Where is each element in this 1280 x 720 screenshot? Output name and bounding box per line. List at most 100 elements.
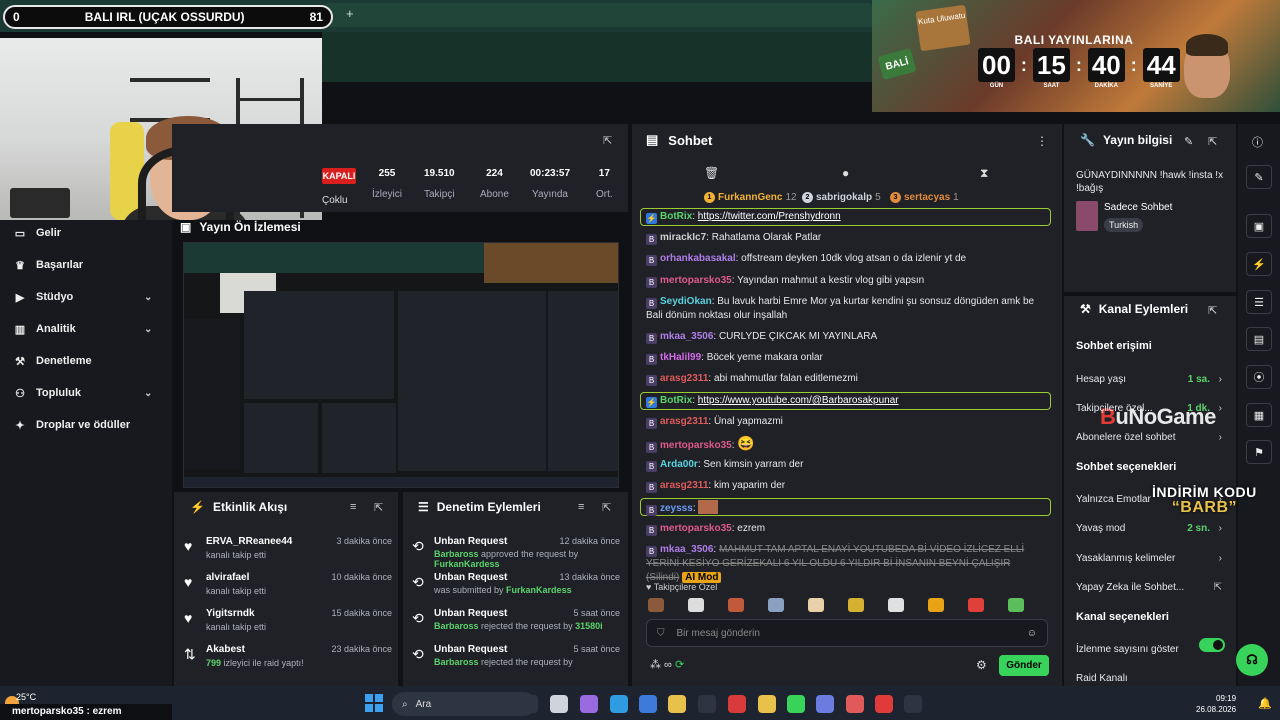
emote-item[interactable]: [928, 598, 944, 612]
send-button[interactable]: Gönder: [999, 655, 1049, 676]
leaderboard-name[interactable]: FurkannGenc: [718, 192, 782, 203]
filter-icon[interactable]: ≡: [350, 501, 356, 513]
more-options-icon[interactable]: ⋮: [1036, 134, 1048, 148]
chat-link[interactable]: https://www.youtube.com/@Barbarosakpunar: [698, 395, 899, 406]
emote-item[interactable]: [968, 598, 984, 612]
emoji-icon[interactable]: ☺: [1027, 628, 1037, 639]
setting-row[interactable]: Yapay Zeka ile Sohbet... ⇱: [1076, 582, 1226, 593]
info-icon[interactable]: ⓘ: [1252, 134, 1263, 150]
chat-username[interactable]: mertoparsko35: [660, 523, 732, 534]
list-icon[interactable]: ☰: [1246, 290, 1272, 314]
discord-icon[interactable]: [816, 695, 834, 713]
pencil-icon[interactable]: ✎: [1246, 165, 1272, 189]
chevron-down-icon[interactable]: ⌄: [144, 388, 152, 399]
setting-row[interactable]: Yavaş mod 2 sn. ›: [1076, 523, 1226, 534]
language-tag[interactable]: Turkish: [1104, 218, 1144, 232]
chat-username[interactable]: BotRix: [660, 211, 692, 222]
file-explorer-icon[interactable]: [668, 695, 686, 713]
chat-username[interactable]: mkaa_3506: [660, 544, 713, 555]
setting-row[interactable]: Yasaklanmış kelimeler ›: [1076, 553, 1226, 564]
gear-icon[interactable]: ⚙: [976, 658, 987, 672]
windows-start-icon[interactable]: [365, 694, 383, 712]
sidebar-item-stüdyo[interactable]: ▶ Stüdyo ⌄: [14, 288, 153, 306]
stream-title: BALI IRL (UÇAK OSSURDU): [84, 10, 245, 24]
weather-temp[interactable]: 25°C: [16, 692, 36, 703]
chat-username[interactable]: tkHalil99: [660, 352, 701, 363]
chat-username[interactable]: mertoparsko35: [660, 440, 732, 451]
new-tab-icon[interactable]: +: [346, 6, 354, 21]
chevron-down-icon[interactable]: ⌄: [144, 324, 152, 335]
leaderboard-name[interactable]: sertacyas: [904, 192, 950, 203]
broadcast-icon[interactable]: ⦿: [1246, 365, 1272, 389]
trash-icon[interactable]: 🗑: [704, 166, 719, 180]
app-icon[interactable]: [846, 695, 864, 713]
monitor-icon[interactable]: ▣: [1246, 214, 1272, 238]
sidebar-item-analitik[interactable]: ▥ Analitik ⌄: [14, 320, 153, 338]
emote-item[interactable]: [768, 598, 784, 612]
chat-username[interactable]: zeysss: [660, 503, 693, 514]
notification-icon[interactable]: 🔔: [1258, 697, 1272, 710]
photos-icon[interactable]: [550, 695, 568, 713]
chat-link[interactable]: https://twitter.com/Prenshydronn: [698, 211, 841, 222]
flag-icon[interactable]: ⚑: [1246, 440, 1272, 464]
chat-username[interactable]: orhankabasakal: [660, 253, 736, 264]
chat-username[interactable]: arasg2311: [660, 480, 708, 491]
setting-row[interactable]: Abonelere özel sohbet ›: [1076, 432, 1226, 443]
steam-icon[interactable]: [904, 695, 922, 713]
emote-item[interactable]: [808, 598, 824, 612]
sidebar-item-topluluk[interactable]: ⚇ Topluluk ⌄: [14, 384, 152, 402]
sidebar-item-denetleme[interactable]: ⚒ Denetleme: [14, 352, 92, 370]
leaderboard-name[interactable]: sabrigokalp: [816, 192, 872, 203]
expand-icon[interactable]: ⇱: [1208, 135, 1217, 148]
emote-item[interactable]: [888, 598, 904, 612]
bolt-icon[interactable]: ⚡: [1246, 252, 1272, 276]
system-clock[interactable]: 09:19 26.08.2026: [1196, 693, 1236, 715]
sidebar-item-gelir[interactable]: ▭ Gelir: [14, 224, 61, 242]
expand-icon[interactable]: ⇱: [602, 501, 611, 514]
chat-settings-icon[interactable]: ●: [842, 166, 849, 180]
emote-item[interactable]: [688, 598, 704, 612]
setting-row[interactable]: İzlenme sayısını göster: [1076, 644, 1226, 655]
hourglass-icon[interactable]: ⧗: [980, 166, 988, 181]
setting-row[interactable]: Takipçilere özel... 1 dk. ›: [1076, 403, 1226, 414]
chrome-icon[interactable]: [758, 695, 776, 713]
chat-username[interactable]: BotRix: [660, 395, 692, 406]
mail-icon[interactable]: [639, 695, 657, 713]
chat-username[interactable]: arasg2311: [660, 373, 708, 384]
sidebar-item-droplar[interactable]: ✦ Droplar ve ödüller: [14, 416, 130, 434]
chat-username[interactable]: mkaa_3506: [660, 331, 713, 342]
chat-username[interactable]: mertoparsko35: [660, 275, 732, 286]
emote-item[interactable]: [648, 598, 664, 612]
chat-tools-icon[interactable]: ⁂ ∞ ⟳: [650, 658, 684, 671]
chat-username[interactable]: SeydiOkan: [660, 296, 712, 307]
sidebar-item-başarılar[interactable]: ♛ Başarılar: [14, 256, 83, 274]
setting-row[interactable]: Raid Kanalı: [1076, 673, 1226, 684]
help-icon[interactable]: ☊: [1236, 644, 1268, 676]
xbox-icon[interactable]: [698, 695, 716, 713]
clip-icon[interactable]: ▦: [1246, 403, 1272, 427]
user-badge: B: [646, 234, 657, 245]
chevron-down-icon[interactable]: ⌄: [144, 292, 152, 303]
opera-icon[interactable]: [728, 695, 746, 713]
widgets-icon[interactable]: [520, 695, 538, 713]
emote-item[interactable]: [1008, 598, 1024, 612]
edit-icon[interactable]: ✎: [1184, 135, 1193, 148]
taskbar-search[interactable]: ⌕ Ara: [392, 692, 536, 716]
expand-icon[interactable]: ⇱: [1208, 304, 1217, 317]
kick-icon[interactable]: [875, 695, 893, 713]
edge-icon[interactable]: [610, 695, 628, 713]
expand-icon[interactable]: ⇱: [374, 501, 383, 514]
setting-row[interactable]: Hesap yaşı 1 sa. ›: [1076, 374, 1226, 385]
expand-icon[interactable]: ⇱: [603, 134, 612, 147]
chat-username[interactable]: arasg2311: [660, 416, 708, 427]
chat-input[interactable]: ⛉ Bir mesaj gönderin ☺: [646, 619, 1048, 647]
spotify-icon[interactable]: [787, 695, 805, 713]
chat-username[interactable]: mirackIc7: [660, 232, 706, 243]
emote-item[interactable]: [728, 598, 744, 612]
chat-username[interactable]: Arda00r: [660, 459, 698, 470]
setting-row[interactable]: Yalnızca Emotlar ›: [1076, 494, 1226, 505]
filter-icon[interactable]: ≡: [578, 501, 584, 513]
chat-icon[interactable]: ▤: [1246, 327, 1272, 351]
emote-item[interactable]: [848, 598, 864, 612]
copilot-icon[interactable]: [580, 695, 598, 713]
